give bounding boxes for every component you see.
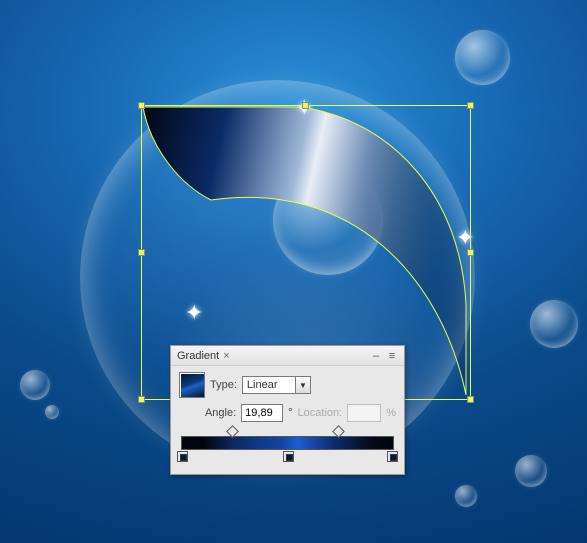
panel-title: Gradient <box>177 350 219 362</box>
color-stop[interactable] <box>283 451 294 462</box>
gradient-swatch[interactable] <box>179 372 205 398</box>
type-select-value: Linear <box>242 376 296 394</box>
angle-label: Angle: <box>205 407 236 419</box>
gradient-panel: Gradient × – ≡ Type: Linear ▼ Angle: ° L… <box>170 345 405 475</box>
color-stop[interactable] <box>387 451 398 462</box>
color-stop[interactable] <box>177 451 188 462</box>
type-select[interactable]: Linear ▼ <box>242 376 311 394</box>
location-input <box>347 404 381 422</box>
panel-menu-icon[interactable]: ≡ <box>384 350 400 362</box>
opacity-stop[interactable] <box>332 425 345 438</box>
angle-row: Angle: ° Location: % <box>179 404 396 422</box>
gradient-ramp[interactable] <box>181 436 394 450</box>
close-tab-icon[interactable]: × <box>223 350 229 362</box>
minimize-icon[interactable]: – <box>368 350 384 362</box>
panel-header[interactable]: Gradient × – ≡ <box>171 346 404 366</box>
angle-input[interactable] <box>241 404 283 422</box>
percent-symbol: % <box>386 407 396 419</box>
type-label: Type: <box>210 379 237 391</box>
degree-symbol: ° <box>288 407 292 419</box>
type-row: Type: Linear ▼ <box>179 372 396 398</box>
chevron-down-icon[interactable]: ▼ <box>296 376 311 394</box>
location-label: Location: <box>298 407 343 419</box>
panel-body: Type: Linear ▼ Angle: ° Location: % <box>171 366 404 474</box>
opacity-stop[interactable] <box>227 425 240 438</box>
